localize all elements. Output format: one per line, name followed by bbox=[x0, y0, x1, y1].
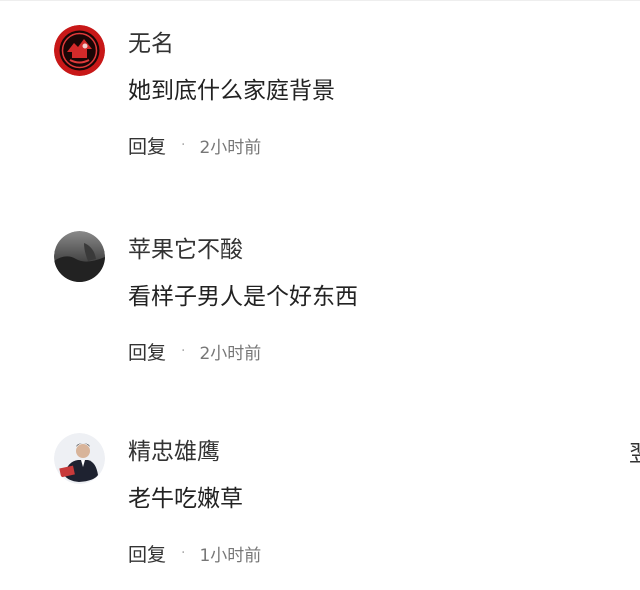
username[interactable]: 苹果它不酸 bbox=[128, 235, 243, 265]
separator-dot: · bbox=[181, 137, 186, 153]
red-emblem-avatar-icon bbox=[54, 25, 105, 76]
reply-button[interactable]: 回复 bbox=[128, 540, 166, 567]
avatar[interactable] bbox=[54, 433, 105, 484]
comment-text: 她到底什么家庭背景 bbox=[128, 78, 335, 104]
separator-dot: · bbox=[181, 343, 186, 359]
comment-item: 精忠雄鹰 翌 老牛吃嫩草 回复 · 1小时前 bbox=[0, 409, 640, 590]
timestamp: 2小时前 bbox=[199, 343, 262, 364]
timestamp: 2小时前 bbox=[199, 137, 262, 158]
person-photo-avatar-icon bbox=[54, 433, 105, 484]
comment-item: 无名 她到底什么家庭背景 回复 · 2小时前 bbox=[0, 1, 640, 201]
comment-meta: 回复 · 1小时前 bbox=[128, 539, 261, 567]
comment-text: 老牛吃嫩草 bbox=[128, 486, 243, 512]
timestamp: 1小时前 bbox=[199, 545, 262, 566]
comment-text: 看样子男人是个好东西 bbox=[128, 284, 358, 310]
dark-landscape-avatar-icon bbox=[54, 231, 105, 282]
avatar[interactable] bbox=[54, 231, 105, 282]
separator-dot: · bbox=[181, 545, 186, 561]
comment-list: 无名 她到底什么家庭背景 回复 · 2小时前 苹果它不酸 看样子男人是个好东西 … bbox=[0, 0, 640, 590]
reply-button[interactable]: 回复 bbox=[128, 132, 166, 159]
username[interactable]: 精忠雄鹰 bbox=[128, 437, 220, 467]
comment-meta: 回复 · 2小时前 bbox=[128, 337, 261, 365]
reply-button[interactable]: 回复 bbox=[128, 338, 166, 365]
comment-item: 苹果它不酸 看样子男人是个好东西 回复 · 2小时前 bbox=[0, 207, 640, 407]
username[interactable]: 无名 bbox=[128, 29, 174, 59]
avatar[interactable] bbox=[54, 25, 105, 76]
clipped-text: 翌 bbox=[629, 439, 640, 469]
comment-meta: 回复 · 2小时前 bbox=[128, 131, 261, 159]
